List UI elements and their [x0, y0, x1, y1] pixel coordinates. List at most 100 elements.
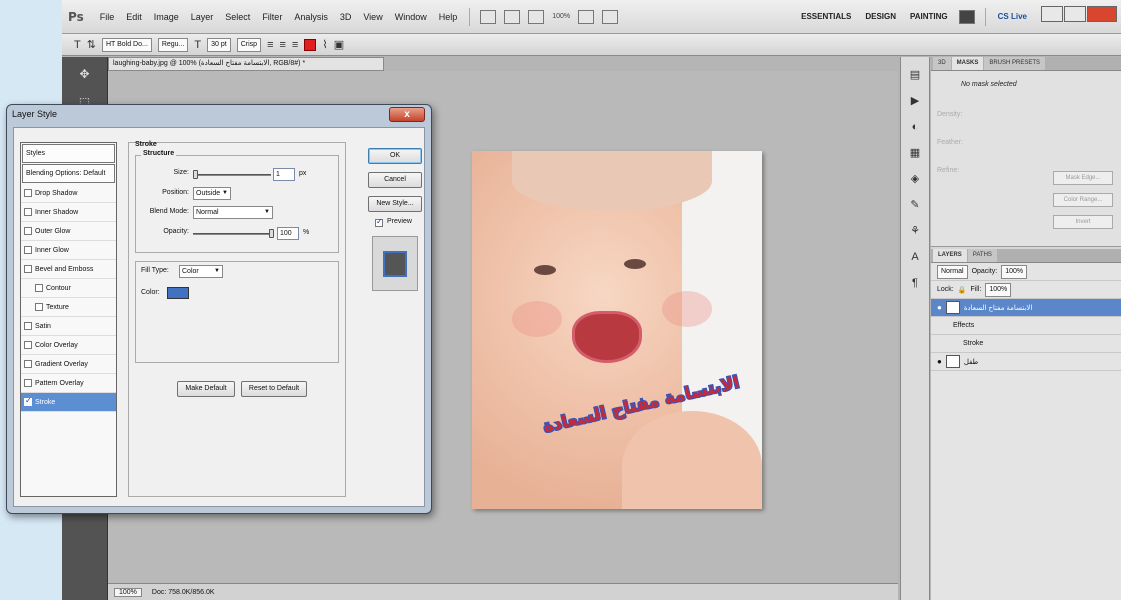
styles-icon[interactable]: ◈ — [906, 171, 924, 187]
close-icon[interactable] — [1087, 6, 1117, 22]
style-item-stroke[interactable]: Stroke — [21, 393, 116, 412]
mask-edge-button[interactable]: Mask Edge... — [1053, 171, 1113, 185]
layer-row-stroke-effect[interactable]: Stroke — [931, 335, 1121, 353]
color-range-button[interactable]: Color Range... — [1053, 193, 1113, 207]
opacity-slider-track[interactable] — [193, 233, 271, 235]
font-family-select[interactable]: HT Bold Do... — [101, 37, 152, 52]
actions-icon[interactable]: ▶ — [906, 93, 924, 109]
workspace-painting[interactable]: PAINTING — [903, 12, 955, 21]
size-slider-track[interactable] — [193, 174, 271, 176]
tab-paths[interactable]: PATHS — [967, 249, 997, 262]
style-item-bevel-and-emboss[interactable]: Bevel and Emboss — [21, 260, 116, 279]
tab-masks[interactable]: MASKS — [951, 57, 984, 70]
menu-file[interactable]: File — [94, 12, 121, 22]
text-orientation-icon[interactable]: ⇅ — [87, 38, 96, 51]
zoom-level-select[interactable]: 100% — [552, 13, 570, 20]
font-style-select[interactable]: Regu... — [157, 37, 189, 52]
workspace-essentials[interactable]: ESSENTIALS — [794, 12, 858, 21]
style-item-inner-glow[interactable]: Inner Glow — [21, 241, 116, 260]
text-color-swatch[interactable] — [304, 38, 317, 51]
size-slider-thumb[interactable] — [193, 170, 198, 179]
minimize-icon[interactable] — [1041, 6, 1063, 22]
stroke-color-swatch[interactable] — [167, 287, 189, 299]
style-checkbox[interactable] — [24, 208, 32, 216]
dialog-close-button[interactable]: x — [389, 107, 425, 122]
invert-button[interactable]: Invert — [1053, 215, 1113, 229]
style-item-gradient-overlay[interactable]: Gradient Overlay — [21, 355, 116, 374]
warp-text-icon[interactable]: ⌇ — [322, 38, 327, 51]
swatches-icon[interactable]: ▦ — [906, 145, 924, 161]
style-item-outer-glow[interactable]: Outer Glow — [21, 222, 116, 241]
font-size-select[interactable]: 30 pt — [207, 37, 231, 52]
character-icon[interactable]: A — [906, 249, 924, 265]
style-item-styles[interactable]: Styles — [22, 144, 115, 163]
type-tool-icon[interactable]: T — [74, 39, 81, 51]
menu-help[interactable]: Help — [433, 12, 464, 22]
move-tool-icon[interactable]: ✥ — [70, 63, 100, 85]
style-checkbox[interactable] — [24, 322, 32, 330]
style-item-contour[interactable]: Contour — [21, 279, 116, 298]
menu-layer[interactable]: Layer — [185, 12, 220, 22]
make-default-button[interactable]: Make Default — [177, 381, 235, 397]
screen-mode-icon[interactable] — [602, 9, 619, 24]
lock-icon[interactable]: 🔒 — [958, 286, 967, 294]
workspace-more-icon[interactable] — [958, 9, 975, 24]
menu-edit[interactable]: Edit — [120, 12, 148, 22]
layer-row-text[interactable]: ● الابتسامة مفتاح السعادة — [931, 299, 1121, 317]
style-checkbox[interactable] — [35, 303, 43, 311]
arrange-documents-icon[interactable] — [578, 9, 595, 24]
menu-filter[interactable]: Filter — [256, 12, 288, 22]
opacity-slider-thumb[interactable] — [269, 229, 274, 238]
clone-source-icon[interactable]: ⚘ — [906, 223, 924, 239]
style-checkbox[interactable] — [24, 341, 32, 349]
style-checkbox[interactable] — [24, 246, 32, 254]
align-right-icon[interactable]: ≡ — [292, 39, 298, 51]
fill-type-select[interactable]: Color ▼ — [179, 265, 223, 278]
brush-icon[interactable]: ✎ — [906, 197, 924, 213]
tab-3d[interactable]: 3D — [933, 57, 951, 70]
paragraph-icon[interactable]: ¶ — [906, 275, 924, 291]
document-tab[interactable]: laughing-baby.jpg @ 100% (الابتسامة مفتا… — [108, 57, 384, 71]
eye-icon[interactable]: ● — [937, 357, 942, 366]
character-panel-icon[interactable]: ▣ — [334, 38, 344, 51]
mini-bridge-icon[interactable] — [504, 9, 521, 24]
view-extras-icon[interactable] — [528, 9, 545, 24]
cs-live-button[interactable]: CS Live — [992, 12, 1033, 21]
style-checkbox[interactable] — [24, 227, 32, 235]
new-style-button[interactable]: New Style... — [368, 196, 422, 212]
status-doc-size[interactable]: Doc: 758.0K/856.0K — [152, 589, 215, 596]
style-checkbox[interactable] — [35, 284, 43, 292]
menu-select[interactable]: Select — [219, 12, 256, 22]
style-item-blending-options-default[interactable]: Blending Options: Default — [22, 164, 115, 183]
layer-opacity-input[interactable]: 100% — [1001, 264, 1028, 279]
menu-window[interactable]: Window — [389, 12, 433, 22]
style-checkbox[interactable] — [24, 265, 32, 273]
align-left-icon[interactable]: ≡ — [267, 39, 273, 51]
blend-mode-select[interactable]: Normal ▼ — [193, 206, 273, 219]
opacity-input[interactable]: 100 — [277, 227, 299, 240]
style-item-pattern-overlay[interactable]: Pattern Overlay — [21, 374, 116, 393]
status-zoom[interactable]: 100% — [114, 587, 142, 597]
eye-icon[interactable]: ● — [937, 303, 942, 312]
menu-view[interactable]: View — [357, 12, 388, 22]
style-item-color-overlay[interactable]: Color Overlay — [21, 336, 116, 355]
position-select[interactable]: Outside ▼ — [193, 187, 231, 200]
menu-image[interactable]: Image — [148, 12, 185, 22]
style-item-drop-shadow[interactable]: Drop Shadow — [21, 184, 116, 203]
style-item-satin[interactable]: Satin — [21, 317, 116, 336]
style-checkbox[interactable] — [24, 360, 32, 368]
style-checkbox[interactable] — [24, 379, 32, 387]
adjustments-icon[interactable]: ◐ — [906, 119, 924, 135]
style-checkbox[interactable] — [24, 189, 32, 197]
style-item-texture[interactable]: Texture — [21, 298, 116, 317]
workspace-design[interactable]: DESIGN — [858, 12, 903, 21]
tab-brush-presets[interactable]: BRUSH PRESETS — [984, 57, 1046, 70]
style-checkbox[interactable] — [24, 396, 32, 406]
layer-row-effects[interactable]: Effects — [931, 317, 1121, 335]
maximize-icon[interactable] — [1064, 6, 1086, 22]
ok-button[interactable]: OK — [368, 148, 422, 164]
anti-alias-select[interactable]: Crisp — [236, 37, 262, 52]
menu-3d[interactable]: 3D — [334, 12, 358, 22]
preview-checkbox[interactable] — [375, 217, 383, 227]
reset-to-default-button[interactable]: Reset to Default — [241, 381, 307, 397]
